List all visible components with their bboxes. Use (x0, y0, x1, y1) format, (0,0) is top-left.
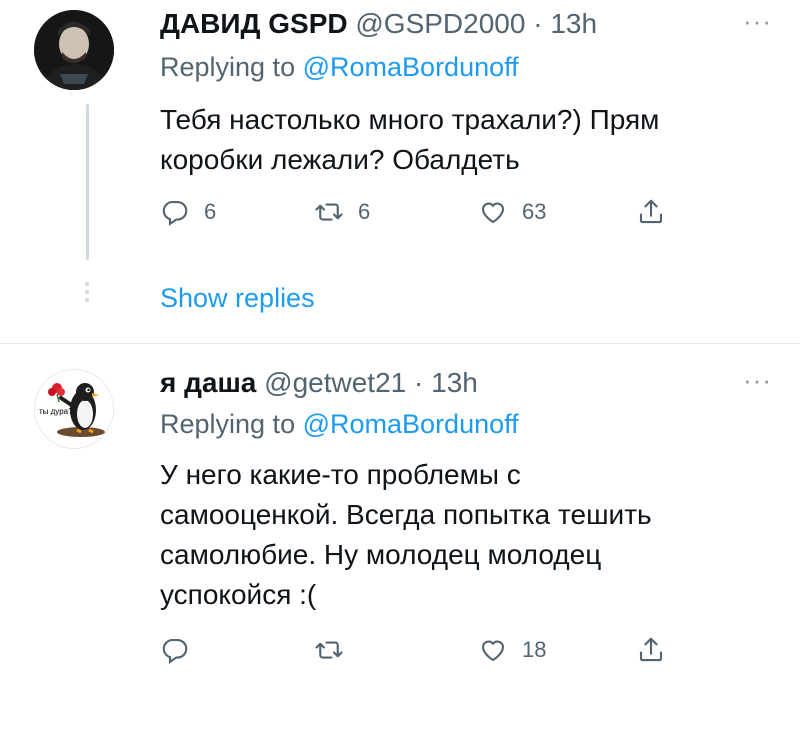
more-icon[interactable]: ··· (743, 365, 772, 396)
more-icon[interactable]: ··· (743, 6, 772, 37)
retweet-count: 6 (358, 199, 371, 224)
like-icon (481, 640, 505, 662)
user-handle[interactable]: @GSPD2000 (355, 8, 525, 39)
retweet-button[interactable]: 6 (314, 192, 370, 232)
tweet-text-line: коробки лежали? Обалдеть (160, 144, 520, 175)
tweet-text-line: успокойся :( (160, 579, 317, 610)
like-button[interactable]: 18 (478, 630, 546, 670)
share-button[interactable] (636, 630, 666, 670)
mention-link[interactable]: @RomaBordunoff (303, 52, 519, 82)
avatar-david[interactable] (34, 10, 114, 90)
like-icon (481, 202, 505, 224)
tweet-text-line: Тебя настолько много трахали?) Прям (160, 104, 660, 135)
tweet-header: я даша @getwet21 · 13h (160, 367, 478, 399)
separator: · (414, 367, 424, 398)
replying-prefix: Replying to (160, 52, 296, 82)
show-replies-link[interactable]: Show replies (160, 283, 315, 314)
timestamp[interactable]: 13h (550, 8, 597, 39)
replying-to: Replying to @RomaBordunoff (160, 409, 519, 440)
thread-line (86, 104, 89, 260)
like-count: 63 (522, 199, 547, 224)
avatar-photo (34, 10, 114, 90)
retweet-icon (315, 203, 343, 221)
tweet-1[interactable]: ДАВИД GSPD @GSPD2000 · 13h ··· Replying … (0, 0, 800, 345)
like-count: 18 (522, 637, 547, 662)
avatar-penguin-picture: ты дура? (35, 370, 113, 448)
tweet-2[interactable]: ты дура? я даша @getwet21 · 13h ··· Repl… (0, 345, 800, 729)
share-icon (639, 199, 663, 224)
separator: · (533, 8, 543, 39)
share-button[interactable] (636, 192, 666, 232)
reply-button[interactable]: 6 (160, 192, 216, 232)
share-icon (639, 637, 663, 662)
tweet-text-line: самолюбие. Ну молодец молодец (160, 539, 602, 570)
tweet-text-line: У него какие-то проблемы с (160, 459, 521, 490)
retweet-button[interactable] (314, 630, 358, 670)
avatar-dasha[interactable]: ты дура? (34, 369, 114, 449)
timestamp[interactable]: 13h (431, 367, 478, 398)
thread-dots (84, 282, 90, 306)
reply-icon (162, 200, 188, 226)
reply-count: 6 (204, 199, 217, 224)
tweet-divider (0, 343, 800, 344)
reply-button[interactable] (160, 630, 204, 670)
action-bar: 18 (160, 630, 680, 670)
display-name[interactable]: я даша (160, 367, 256, 398)
like-button[interactable]: 63 (478, 192, 546, 232)
tweet-text: Тебя настолько много трахали?) Прям коро… (160, 100, 760, 180)
mention-link[interactable]: @RomaBordunoff (303, 409, 519, 439)
display-name[interactable]: ДАВИД GSPD (160, 8, 348, 39)
reply-icon (162, 638, 188, 664)
avatar-caption: ты дура? (39, 407, 73, 416)
tweet-header: ДАВИД GSPD @GSPD2000 · 13h (160, 8, 597, 40)
tweet-text: У него какие-то проблемы с самооценкой. … (160, 455, 760, 615)
replying-prefix: Replying to (160, 409, 296, 439)
tweet-text-line: самооценкой. Всегда попытка тешить (160, 499, 652, 530)
replying-to: Replying to @RomaBordunoff (160, 52, 519, 83)
retweet-icon (315, 641, 343, 659)
action-bar: 6 6 63 (160, 192, 680, 232)
user-handle[interactable]: @getwet21 (264, 367, 406, 398)
